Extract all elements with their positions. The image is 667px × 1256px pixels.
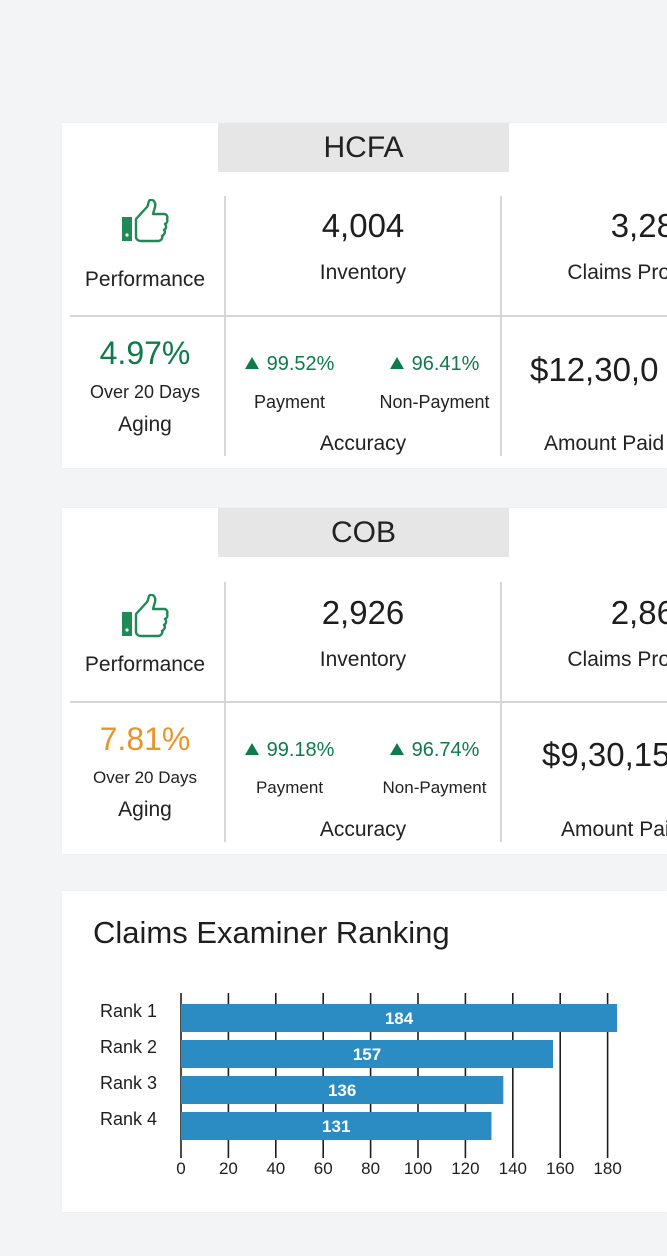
- x-tick-label: 40: [266, 1159, 285, 1178]
- performance-cell: Performance: [70, 197, 220, 291]
- category-label: Rank 2: [100, 1037, 157, 1057]
- inventory-label: Inventory: [319, 261, 407, 284]
- up-arrow-icon: [389, 357, 404, 369]
- claims-processed-label: Claims Processed: [567, 648, 667, 671]
- performance-label: Performance: [84, 653, 206, 676]
- amount-paid-cell: $9,30,15: [542, 736, 667, 774]
- ranking-chart-card: Claims Examiner Ranking 0 20 40 60 80 100 120 1…: [62, 891, 667, 1212]
- aging-cell: 7.81% Over 20 Days Aging: [70, 721, 220, 822]
- x-tick-label: 0: [176, 1159, 185, 1178]
- aging-label: Aging: [118, 413, 172, 436]
- nonpayment-accuracy-value: 96.74%: [372, 739, 497, 762]
- bar-value-label: 157: [353, 1045, 381, 1064]
- category-label: Rank 1: [100, 1001, 157, 1021]
- nonpayment-label: Non-Payment: [379, 392, 490, 412]
- inventory-value: 4,004: [321, 207, 405, 244]
- claims-processed-label: Claims Processed: [567, 261, 667, 284]
- payment-accuracy-cell: 99.52% Payment: [232, 353, 347, 413]
- category-label: Rank 3: [100, 1073, 157, 1093]
- x-tick-label: 100: [404, 1159, 432, 1178]
- accuracy-label: Accuracy: [319, 818, 407, 841]
- inventory-label: Inventory: [319, 648, 407, 671]
- aging-value: 4.97%: [99, 335, 191, 371]
- divider: [70, 701, 667, 703]
- hcfa-card-title: HCFA: [218, 123, 509, 172]
- claims-processed-value: 3,289: [610, 207, 667, 244]
- amount-paid-value: $9,30,15: [542, 736, 667, 773]
- aging-sub-label: Over 20 Days: [89, 382, 201, 402]
- payment-label: Payment: [253, 392, 326, 412]
- x-tick-label: 160: [546, 1159, 574, 1178]
- nonpayment-label: Non-Payment: [382, 778, 487, 797]
- x-tick-label: 140: [499, 1159, 527, 1178]
- bar-value-label: 136: [328, 1081, 356, 1100]
- nonpayment-accuracy-cell: 96.74% Non-Payment: [372, 739, 497, 798]
- amount-paid-value: $12,30,0: [530, 351, 659, 388]
- claims-processed-value: 2,862: [610, 594, 667, 631]
- payment-accuracy-cell: 99.18% Payment: [232, 739, 347, 798]
- claims-processed-cell: 3,289 Claims Processed: [502, 207, 667, 285]
- payment-label: Payment: [255, 778, 324, 797]
- bar-value-label: 184: [385, 1009, 414, 1028]
- up-arrow-icon: [244, 743, 259, 755]
- aging-sub-label: Over 20 Days: [93, 768, 197, 787]
- inventory-cell: 4,004 Inventory: [226, 207, 500, 285]
- x-tick-label: 60: [314, 1159, 333, 1178]
- amount-paid-label: Amount Paid: [561, 818, 667, 841]
- performance-cell: Performance: [70, 582, 220, 676]
- nonpayment-accuracy-text: 96.74%: [411, 739, 480, 761]
- accuracy-label: Accuracy: [319, 432, 407, 455]
- inventory-cell: 2,926 Inventory: [226, 594, 500, 672]
- thumbs-up-icon: [122, 199, 169, 243]
- claims-processed-cell: 2,862 Claims Processed: [502, 594, 667, 672]
- up-arrow-icon: [244, 357, 259, 369]
- cob-card: COB Performance 2,926 Inventory 2,862 Cl…: [62, 508, 667, 854]
- amount-paid-label: Amount Paid: [544, 432, 665, 455]
- payment-accuracy-value: 99.52%: [232, 353, 347, 376]
- thumbs-up-icon: [122, 594, 169, 638]
- hcfa-card: HCFA Performance 4,004 Inventory 3,289 C…: [62, 123, 667, 468]
- aging-cell: 4.97% Over 20 Days Aging: [70, 335, 220, 437]
- payment-accuracy-text: 99.18%: [266, 739, 335, 761]
- nonpayment-accuracy-value: 96.41%: [372, 353, 497, 376]
- payment-accuracy-text: 99.52%: [266, 353, 335, 375]
- nonpayment-accuracy-cell: 96.41% Non-Payment: [372, 353, 497, 413]
- x-tick-label: 80: [361, 1159, 380, 1178]
- payment-accuracy-value: 99.18%: [232, 739, 347, 762]
- ranking-bar-chart: 0 20 40 60 80 100 120 140 160 180 184 Rank 1 157 Rank…: [100, 993, 622, 1178]
- up-arrow-icon: [389, 743, 404, 755]
- bar-value-label: 131: [322, 1117, 350, 1136]
- aging-label: Aging: [118, 798, 172, 821]
- nonpayment-accuracy-text: 96.41%: [411, 353, 480, 375]
- category-label: Rank 4: [100, 1109, 157, 1129]
- inventory-value: 2,926: [321, 594, 405, 631]
- x-tick-label: 20: [219, 1159, 238, 1178]
- cob-card-title: COB: [218, 508, 509, 557]
- performance-label: Performance: [84, 268, 206, 291]
- aging-value: 7.81%: [99, 721, 191, 757]
- x-tick-label: 180: [593, 1159, 621, 1178]
- x-tick-label: 120: [451, 1159, 479, 1178]
- amount-paid-cell: $12,30,0: [530, 351, 667, 389]
- divider: [70, 315, 667, 317]
